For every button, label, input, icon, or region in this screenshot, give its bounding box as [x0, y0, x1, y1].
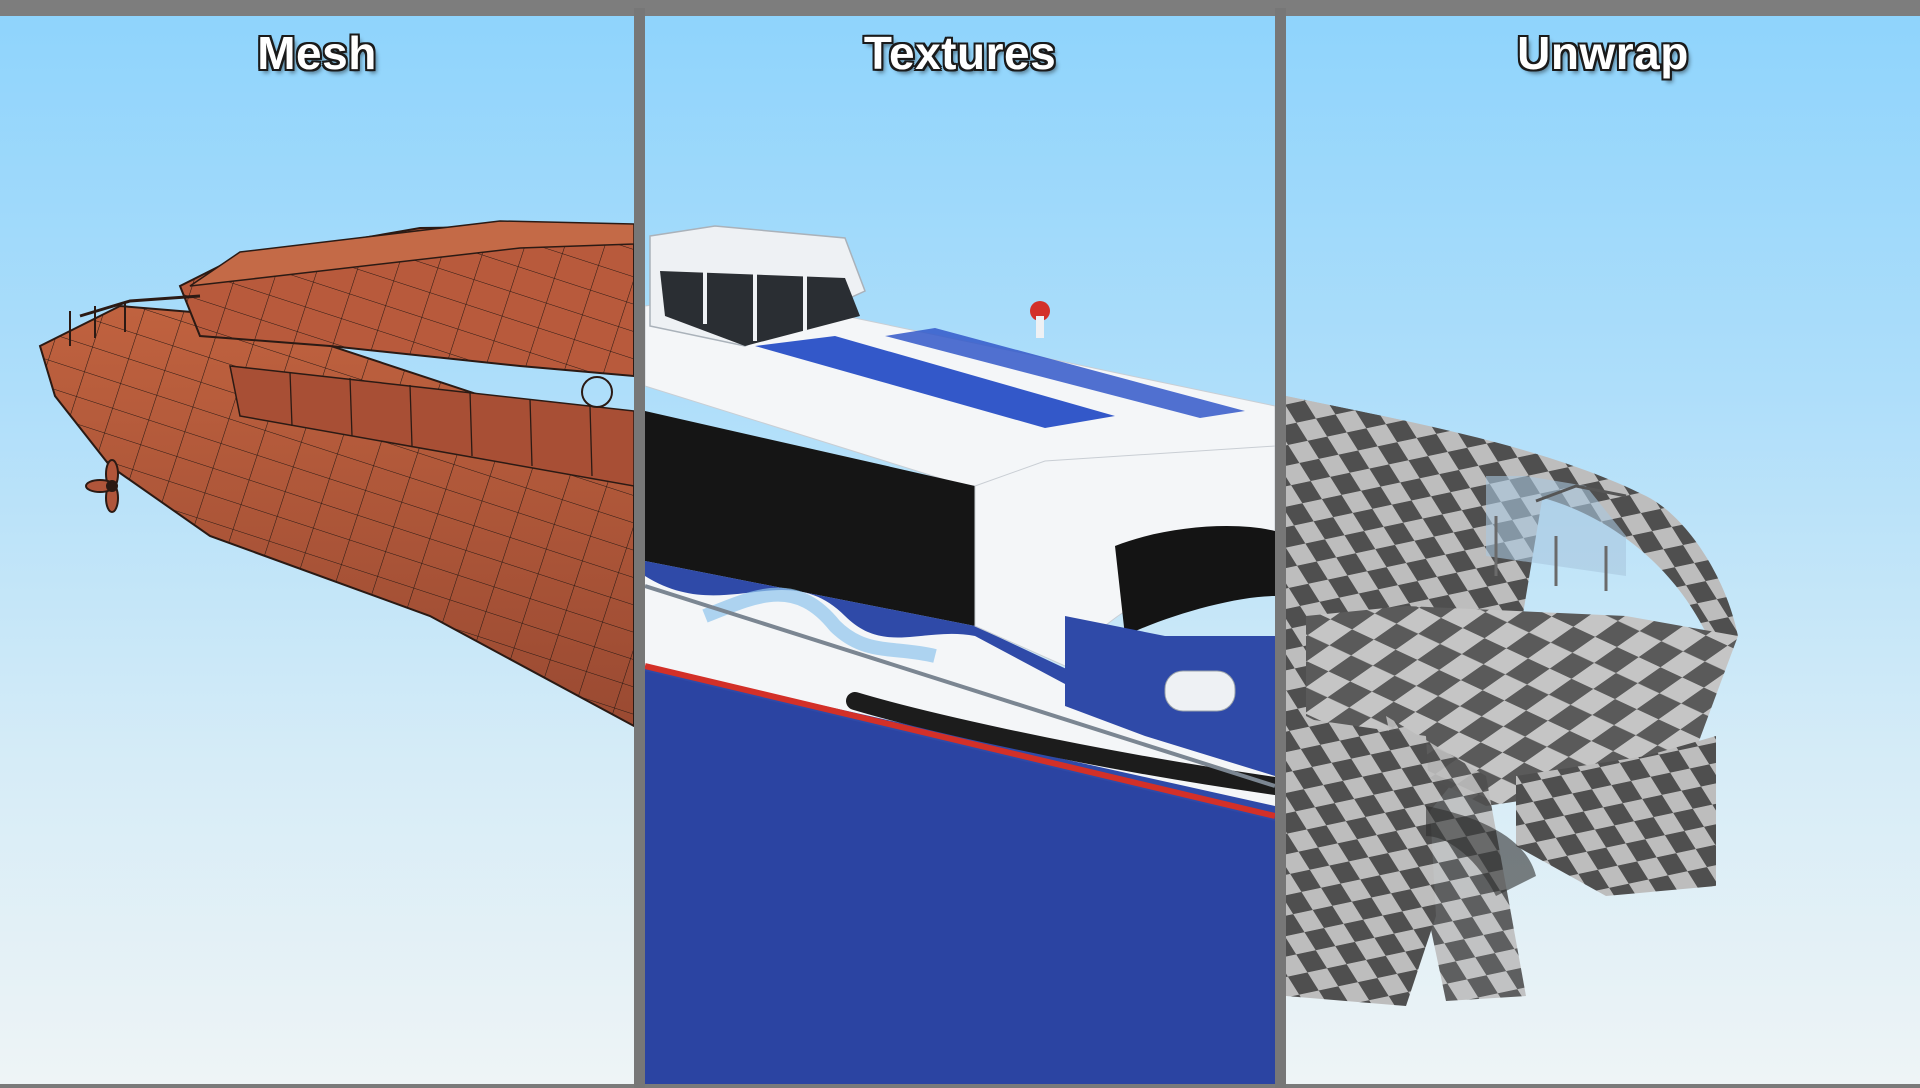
mesh-panel-title: Mesh	[257, 27, 377, 79]
unwrap-panel-title: Unwrap	[1517, 27, 1689, 79]
textures-panel: Textures	[645, 16, 1275, 1084]
mesh-panel: Mesh	[0, 16, 634, 1084]
divider-left	[634, 8, 645, 1088]
textures-boat-render	[645, 225, 1275, 1084]
comparison-frame: Mesh Textures Unwrap	[0, 0, 1920, 1088]
unwrap-boat-render	[1286, 396, 1738, 1006]
textures-panel-title: Textures	[863, 27, 1057, 79]
mesh-boat-render	[38, 220, 634, 728]
unwrap-panel: Unwrap	[1286, 16, 1920, 1084]
divider-right	[1275, 8, 1286, 1088]
